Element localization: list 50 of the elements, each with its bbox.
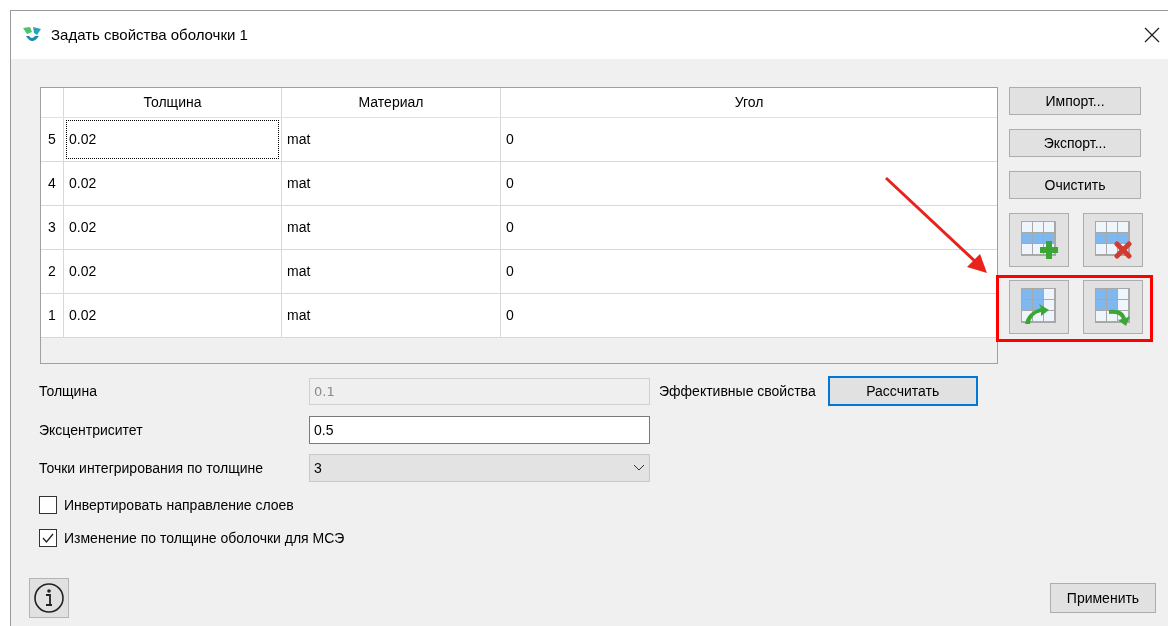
calculate-button[interactable]: Рассчитать xyxy=(827,376,978,406)
checkbox-label: Изменение по толщине оболочки для МСЭ xyxy=(64,528,345,548)
table-cell[interactable]: 0.02 xyxy=(66,208,279,247)
table-cell[interactable]: 0 xyxy=(503,120,995,159)
chevron-down-icon xyxy=(633,464,645,472)
column-header[interactable]: Угол xyxy=(500,88,997,117)
info-icon xyxy=(33,582,65,614)
apply-button[interactable]: Применить xyxy=(1050,583,1156,613)
table-cell[interactable]: mat xyxy=(284,120,498,159)
add-row-icon xyxy=(1019,219,1059,261)
close-icon[interactable] xyxy=(1144,27,1160,43)
table-cell[interactable]: mat xyxy=(284,164,498,203)
table-cell[interactable]: 0 xyxy=(503,164,995,203)
field-label: Толщина xyxy=(39,381,98,401)
side-button[interactable]: Импорт... xyxy=(1009,87,1141,115)
row-number: 3 xyxy=(47,218,57,237)
table-cell[interactable]: 0.02 xyxy=(66,296,279,335)
table-cell[interactable]: mat xyxy=(284,208,498,247)
delete-row-button[interactable] xyxy=(1083,213,1143,267)
table-cell[interactable]: 0.02 xyxy=(66,164,279,203)
add-row-button[interactable] xyxy=(1009,213,1069,267)
table-cell[interactable]: mat xyxy=(284,296,498,335)
row-number: 2 xyxy=(47,262,57,281)
move-down-icon xyxy=(1093,286,1133,328)
effective-properties-label: Эффективные свойства xyxy=(659,381,816,401)
side-button[interactable]: Очистить xyxy=(1009,171,1141,199)
info-button[interactable] xyxy=(29,578,69,618)
move-up-button[interactable] xyxy=(1009,280,1069,334)
checkbox[interactable] xyxy=(39,496,57,514)
column-header[interactable]: Толщина xyxy=(63,88,281,117)
table-cell[interactable]: mat xyxy=(284,252,498,291)
table-cell[interactable]: 0.02 xyxy=(66,252,279,291)
field-label: Эксцентриситет xyxy=(39,420,144,440)
move-down-button[interactable] xyxy=(1083,280,1143,334)
field-label: Точки интегрирования по толщине xyxy=(39,458,265,478)
row-number: 1 xyxy=(47,306,57,325)
window-title: Задать свойства оболочки 1 xyxy=(51,24,248,45)
eccentricity-field[interactable]: 0.5 xyxy=(309,416,650,444)
side-button[interactable]: Экспорт... xyxy=(1009,129,1141,157)
table-cell[interactable]: 0 xyxy=(503,208,995,247)
table-cell[interactable]: 0.02 xyxy=(66,120,279,159)
row-number: 5 xyxy=(47,130,57,149)
integration-points-dropdown[interactable]: 3 xyxy=(309,454,650,482)
table-cell[interactable]: 0 xyxy=(503,252,995,291)
checkbox[interactable] xyxy=(39,529,57,547)
checkbox-label: Инвертировать направление слоев xyxy=(64,495,294,515)
column-header[interactable]: Материал xyxy=(281,88,500,117)
delete-row-icon xyxy=(1093,219,1133,261)
table-cell[interactable]: 0 xyxy=(503,296,995,335)
row-number: 4 xyxy=(47,174,57,193)
